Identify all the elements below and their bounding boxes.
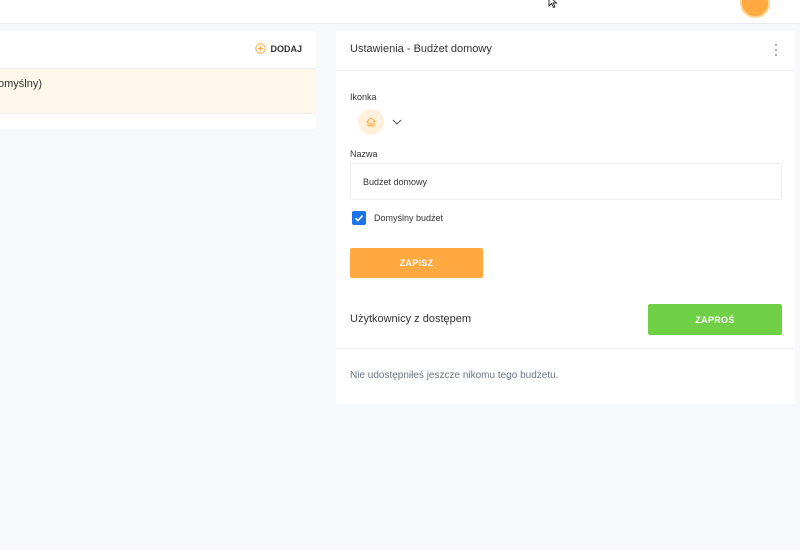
more-options-icon[interactable]: [773, 44, 779, 56]
mouse-cursor-icon: [548, 0, 558, 8]
default-budget-checkbox-row[interactable]: Domyślny budżet: [352, 211, 443, 225]
budget-list-item[interactable]: omyślny): [0, 69, 316, 114]
budget-item-label: omyślny): [0, 78, 43, 90]
home-icon: [366, 117, 376, 127]
add-budget-button[interactable]: DODAJ: [255, 43, 302, 54]
top-bar: [0, 0, 800, 24]
icon-select[interactable]: [358, 109, 402, 135]
budget-list-header: DODAJ: [0, 31, 316, 69]
default-budget-label: Domyślny budżet: [374, 213, 444, 223]
invite-button[interactable]: ZAPROŚ: [648, 304, 782, 335]
checkmark-icon: [354, 215, 364, 222]
selected-icon: [358, 109, 384, 135]
chevron-down-icon: [392, 119, 402, 125]
users-with-access-title: Użytkownicy z dostępem: [350, 313, 472, 325]
settings-header: Ustawienia - Budżet domowy: [336, 31, 795, 71]
default-budget-checkbox[interactable]: [352, 211, 366, 225]
icon-field-label: Ikonka: [350, 92, 377, 102]
plus-circle-icon: [255, 43, 267, 54]
no-shared-users-message: Nie udostępniłeś jeszcze nikomu tego bud…: [350, 370, 559, 381]
users-with-access-section: Użytkownicy z dostępem ZAPROŚ: [336, 295, 795, 349]
budget-name-input[interactable]: [350, 163, 782, 200]
name-field-label: Nazwa: [350, 149, 378, 159]
budget-list-panel: DODAJ omyślny): [0, 31, 316, 129]
save-button[interactable]: ZAPISZ: [350, 248, 483, 278]
user-avatar[interactable]: [740, 0, 770, 18]
settings-title: Ustawienia - Budżet domowy: [350, 43, 492, 55]
budget-settings-panel: Ustawienia - Budżet domowy Ikonka Nazwa …: [336, 31, 795, 404]
add-budget-label: DODAJ: [270, 43, 302, 54]
